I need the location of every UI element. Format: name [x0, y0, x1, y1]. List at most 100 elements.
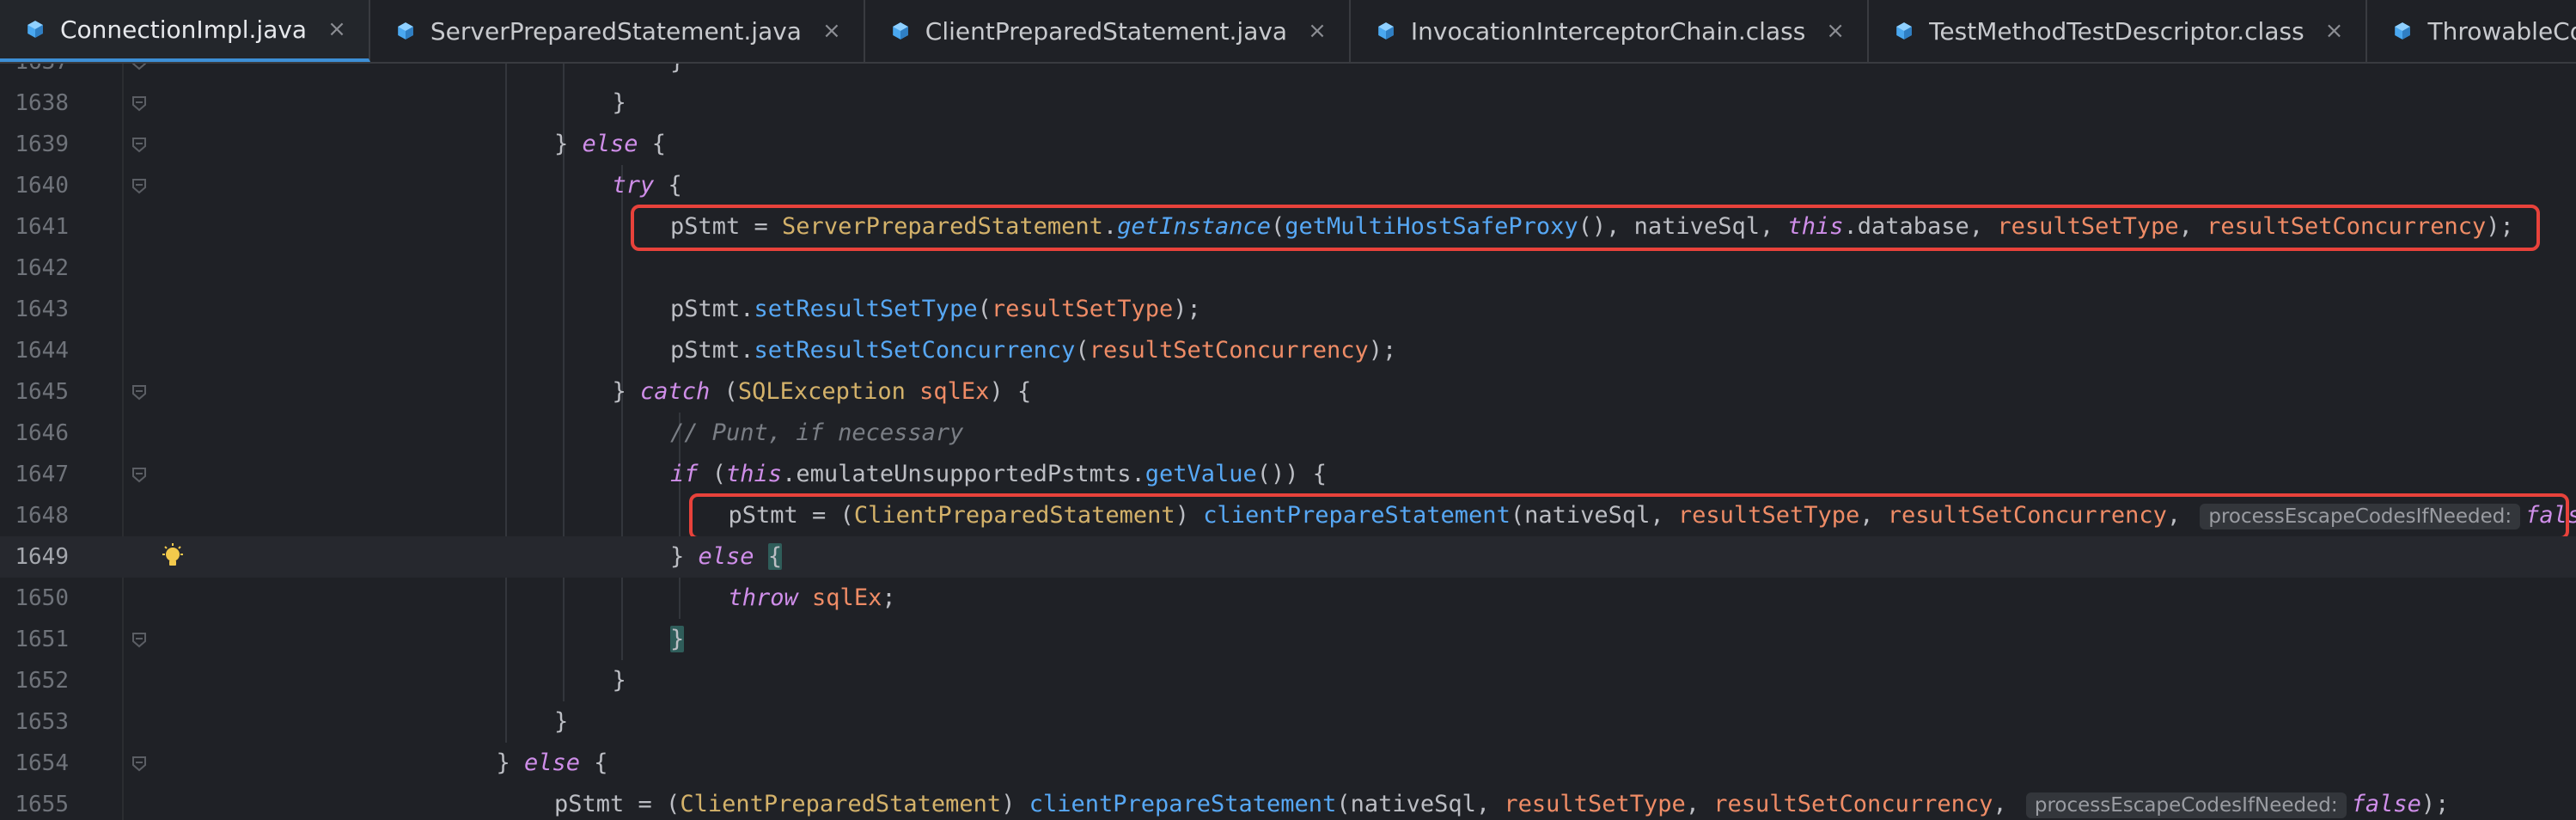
- code-token: ()) {: [1256, 461, 1328, 487]
- line-number: 1648: [15, 503, 69, 529]
- code-line[interactable]: 1650 throw sqlEx;: [0, 578, 2576, 619]
- code-token: if: [670, 461, 699, 487]
- tab-invocationinterceptorchain-class[interactable]: InvocationInterceptorChain.class ×: [1351, 0, 1870, 62]
- code-line[interactable]: 1649} else {: [0, 536, 2576, 578]
- code-token: resultSetConcurrency: [1089, 337, 1369, 364]
- code-line[interactable]: 1653}: [0, 701, 2576, 743]
- code-token: resultSetType: [991, 296, 1174, 322]
- fold-marker-icon[interactable]: [131, 631, 148, 648]
- code-line[interactable]: 1642: [0, 248, 2576, 289]
- line-number: 1647: [15, 462, 69, 487]
- code-token: pStmt.: [670, 337, 754, 364]
- code-token: }: [612, 667, 626, 694]
- code-token: throw: [728, 584, 798, 611]
- code-token: // Punt, if necessary: [670, 419, 964, 446]
- code-editor[interactable]: 1637}1638}1639} else {1640try {1641pStmt…: [0, 64, 2576, 820]
- parameter-hint: processEscapeCodesIfNeeded:: [2025, 792, 2347, 818]
- tab-connectionimpl-java[interactable]: ConnectionImpl.java ×: [0, 0, 370, 62]
- code-token: );: [1173, 296, 1201, 322]
- code-text: } else {: [670, 536, 783, 578]
- code-token: }: [554, 131, 583, 157]
- line-number: 1646: [15, 420, 69, 446]
- highlight-box: [688, 493, 2569, 540]
- code-token: .emulateUnsupportedPstmts.: [782, 461, 1145, 487]
- code-line[interactable]: 1652}: [0, 660, 2576, 701]
- code-line[interactable]: 1646 // Punt, if necessary: [0, 413, 2576, 454]
- line-number: 1638: [15, 90, 69, 116]
- java-class-icon: [892, 22, 908, 40]
- code-token: catch: [640, 378, 711, 405]
- code-token: ClientPreparedStatement: [680, 791, 1002, 817]
- code-token: {: [638, 131, 667, 157]
- code-line[interactable]: 1640 try {: [0, 165, 2576, 206]
- code-line[interactable]: 1643 pStmt.setResultSetType(resultSetType…: [0, 289, 2576, 330]
- code-token: clientPrepareStatement: [1029, 791, 1337, 817]
- code-token: resultSetType: [1504, 791, 1686, 817]
- code-line[interactable]: 1637}: [0, 64, 2576, 83]
- code-line[interactable]: 1654} else {: [0, 743, 2576, 784]
- code-line[interactable]: 1638}: [0, 83, 2576, 124]
- line-number: 1653: [15, 709, 69, 735]
- code-text: // Punt, if necessary: [670, 413, 963, 454]
- tab-label: InvocationInterceptorChain.class: [1410, 16, 1806, 46]
- code-line[interactable]: 1655 pStmt = (ClientPreparedStatement) cl…: [0, 784, 2576, 820]
- close-icon[interactable]: ×: [822, 18, 841, 44]
- code-token: sqlEx: [919, 378, 990, 405]
- line-number: 1652: [15, 668, 69, 694]
- code-text: }: [670, 64, 684, 83]
- code-token: (: [698, 461, 727, 487]
- line-number: 1645: [15, 379, 69, 405]
- code-token: {: [654, 172, 682, 199]
- code-token: }: [496, 750, 525, 776]
- code-token: );: [1368, 337, 1397, 364]
- lightbulb-icon[interactable]: [160, 543, 186, 571]
- highlight-box: [631, 205, 2540, 251]
- code-line[interactable]: 1647 if (this.emulateUnsupportedPstmts.ge…: [0, 454, 2576, 495]
- code-line[interactable]: 1651}: [0, 619, 2576, 660]
- close-icon[interactable]: ×: [1308, 18, 1327, 44]
- tab-throwablecollector-class[interactable]: ThrowableCollector.class: [2367, 0, 2576, 62]
- code-token: setResultSetType: [754, 296, 978, 322]
- tab-clientpreparedstatement-java[interactable]: ClientPreparedStatement.java ×: [865, 0, 1351, 62]
- close-icon[interactable]: ×: [1826, 18, 1845, 44]
- code-token: (: [977, 296, 992, 322]
- fold-marker-icon[interactable]: [131, 383, 148, 401]
- line-number: 1644: [15, 338, 69, 364]
- code-line[interactable]: 1639} else {: [0, 124, 2576, 165]
- java-class-icon: [2395, 22, 2411, 40]
- code-token: }: [612, 378, 641, 405]
- fold-marker-icon[interactable]: [131, 136, 148, 153]
- tab-serverpreparedstatement-java[interactable]: ServerPreparedStatement.java ×: [370, 0, 865, 62]
- tab-label: ThrowableCollector.class: [2427, 16, 2576, 46]
- code-token: (nativeSql,: [1336, 791, 1505, 817]
- code-token: else: [582, 131, 638, 157]
- code-text: if (this.emulateUnsupportedPstmts.getVal…: [670, 454, 1327, 495]
- tab-label: ServerPreparedStatement.java: [430, 16, 802, 46]
- code-token: (: [1075, 337, 1090, 364]
- code-token: else: [698, 543, 754, 570]
- fold-marker-icon[interactable]: [131, 466, 148, 483]
- fold-marker-icon[interactable]: [131, 64, 148, 70]
- code-token: }: [670, 64, 684, 75]
- close-icon[interactable]: ×: [2325, 18, 2344, 44]
- code-line[interactable]: 1645} catch (SQLException sqlEx) {: [0, 371, 2576, 413]
- code-token: this: [726, 461, 783, 487]
- fold-marker-icon[interactable]: [131, 755, 148, 772]
- code-token: getValue: [1145, 461, 1257, 487]
- close-icon[interactable]: ×: [327, 16, 346, 42]
- line-number: 1654: [15, 750, 69, 776]
- tab-testmethodtestdescriptor-class[interactable]: TestMethodTestDescriptor.class ×: [1869, 0, 2368, 62]
- line-number: 1640: [15, 173, 69, 199]
- code-token: }: [670, 543, 699, 570]
- code-line[interactable]: 1644 pStmt.setResultSetConcurrency(result…: [0, 330, 2576, 371]
- fold-marker-icon[interactable]: [131, 177, 148, 194]
- code-token: ;: [882, 584, 896, 611]
- code-token: (: [710, 378, 738, 405]
- line-number: 1637: [0, 64, 69, 83]
- code-text: }: [613, 660, 626, 701]
- fold-marker-icon[interactable]: [131, 95, 148, 112]
- line-number: 1641: [15, 214, 69, 240]
- code-token: ): [1001, 791, 1029, 817]
